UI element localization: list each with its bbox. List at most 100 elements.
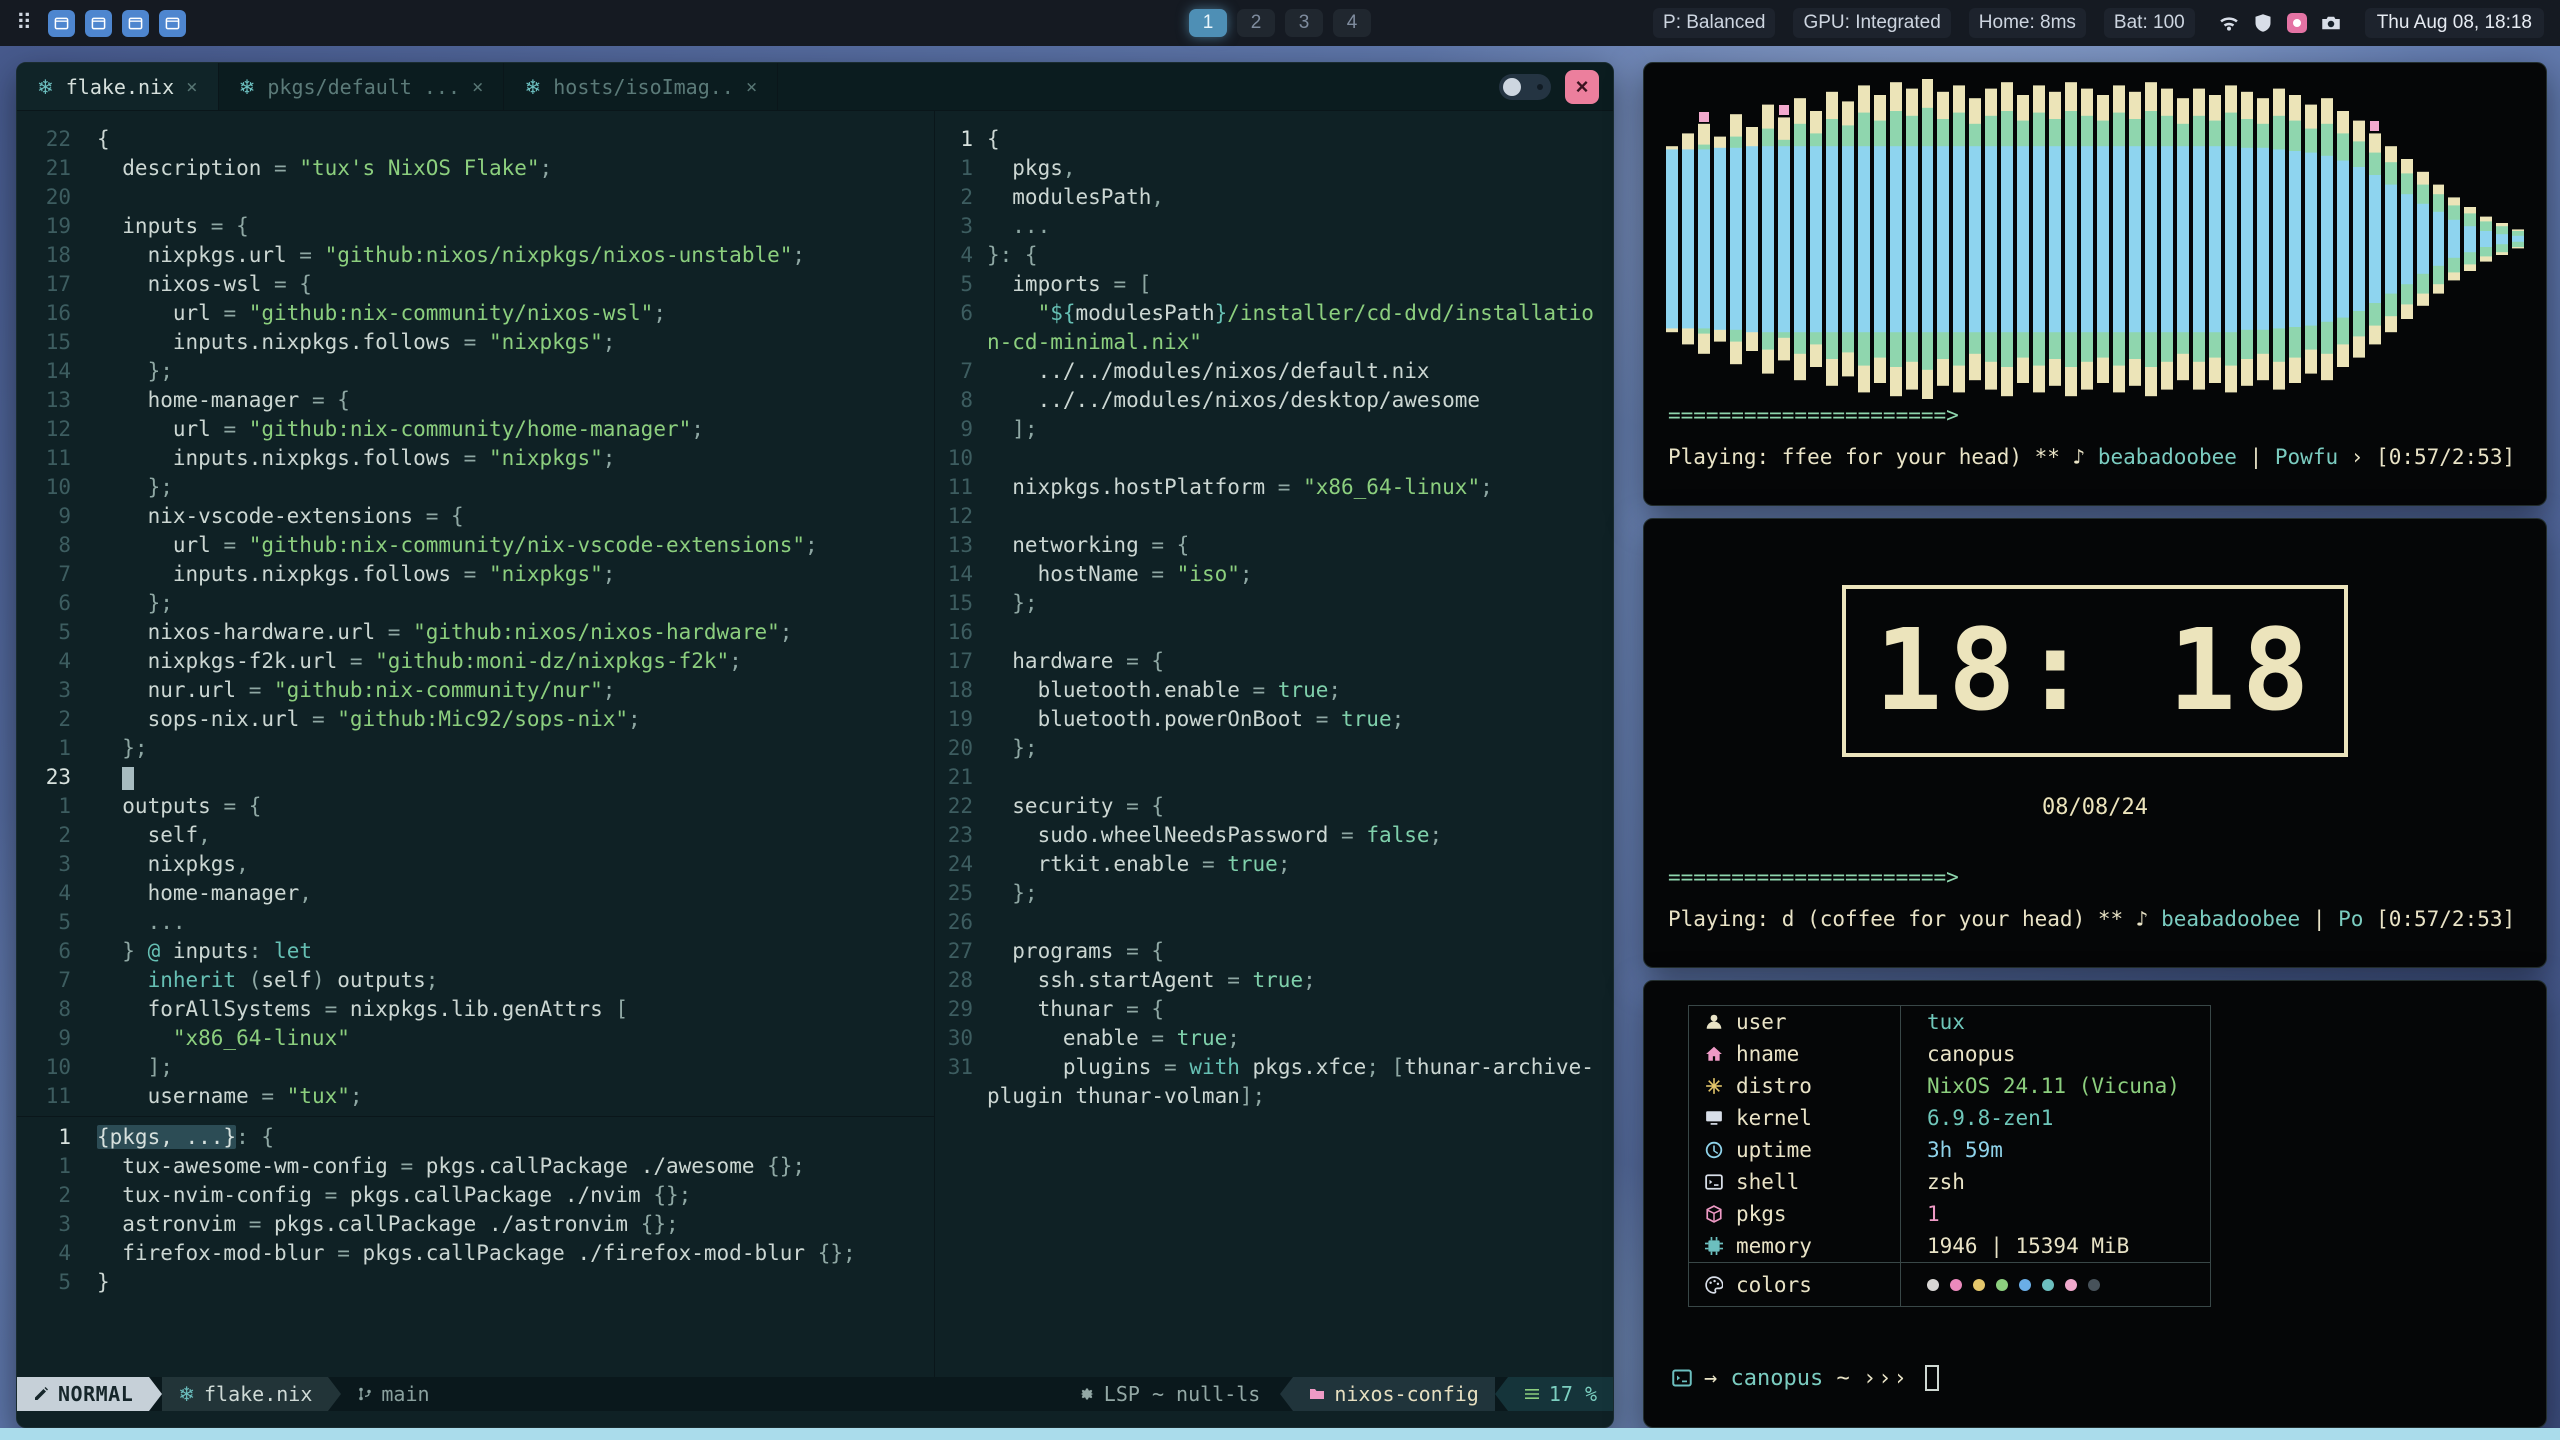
- editor-pane-pkgs[interactable]: 1{pkgs, ...}: {1 tux-awesome-wm-config =…: [17, 1116, 934, 1377]
- code-line: 12: [943, 502, 1614, 531]
- buffer-tabs: ❄flake.nix×❄pkgs/default ...× ❄ hosts/isoI…: [17, 63, 778, 110]
- code-line: 4}: {: [943, 241, 1614, 270]
- fetch-value-user: tux: [1901, 1006, 2210, 1038]
- music-visualizer-widget: ======================> Playing: ffee fo…: [1643, 62, 2547, 506]
- workspace-tags: 1234: [1189, 9, 1371, 37]
- git-branch: main: [341, 1377, 429, 1411]
- color-dot: [1973, 1279, 1985, 1291]
- visualizer-bar: [2479, 79, 2493, 399]
- code-line: 2 sops-nix.url = "github:Mic92/sops-nix"…: [33, 705, 934, 734]
- editor-pane-iso[interactable]: 1{1 pkgs,2 modulesPath,3 ...4}: {5 impor…: [934, 111, 1614, 1377]
- code-line: 15 };: [943, 589, 1614, 618]
- gpu-indicator: GPU: Integrated: [1793, 8, 1950, 38]
- workspace-tag-1[interactable]: 1: [1189, 9, 1227, 37]
- visualizer-bar: [2208, 79, 2222, 399]
- taskbar-window-icon[interactable]: [48, 10, 75, 37]
- color-dot: [2019, 1279, 2031, 1291]
- power-profile-indicator: P: Balanced: [1653, 8, 1775, 38]
- code-line: 20 };: [943, 734, 1614, 763]
- statusline: NORMAL ❄ flake.nix main LSP ~ null-ls ni…: [17, 1377, 1613, 1411]
- workspace-tag-2[interactable]: 2: [1237, 9, 1275, 37]
- code-line: 24 rtkit.enable = true;: [943, 850, 1614, 879]
- window-close-button[interactable]: ×: [1565, 70, 1599, 104]
- code-line: 1{pkgs, ...}: {: [33, 1123, 934, 1152]
- recorder-icon[interactable]: [2287, 13, 2307, 33]
- user-icon: [1705, 1013, 1723, 1031]
- code-line: 27 programs = {: [943, 937, 1614, 966]
- nix-file-icon: ❄: [524, 75, 541, 99]
- visualizer-bar: [1857, 79, 1871, 399]
- shield-icon[interactable]: [2253, 13, 2273, 33]
- visualizer-bar: [2224, 79, 2238, 399]
- tab-pkgs-default-[interactable]: ❄pkgs/default ...×: [219, 63, 505, 110]
- datetime[interactable]: Thu Aug 08, 18:18: [2365, 8, 2544, 38]
- fetch-label-distro: distro: [1689, 1070, 1901, 1102]
- code-line: 9 "x86_64-linux": [33, 1024, 934, 1053]
- visualizer-bar: [2288, 79, 2302, 399]
- fetch-label-colors: colors: [1689, 1262, 1901, 1306]
- camera-icon[interactable]: [2321, 13, 2341, 33]
- visualizer-bar: [1921, 79, 1935, 399]
- visualizer-bar: [2304, 79, 2318, 399]
- tab-close-icon[interactable]: ×: [472, 76, 483, 98]
- app-menu-icon[interactable]: ⠿: [16, 10, 32, 36]
- tab-label: hosts/isoImag..: [553, 75, 734, 99]
- fetch-value-distro: NixOS 24.11 (Vicuna): [1901, 1070, 2210, 1102]
- code-line: 2 self,: [33, 821, 934, 850]
- visualizer-bar: [1952, 79, 1966, 399]
- color-dot: [2042, 1279, 2054, 1291]
- taskbar-window-icon[interactable]: [85, 10, 112, 37]
- visualizer-bar: [2176, 79, 2190, 399]
- code-line: 1 };: [33, 734, 934, 763]
- theme-toggle[interactable]: [1499, 74, 1551, 100]
- workspace-tag-3[interactable]: 3: [1285, 9, 1323, 37]
- wifi-icon[interactable]: [2219, 13, 2239, 33]
- code-line: 4 home-manager,: [33, 879, 934, 908]
- workspace-tag-4[interactable]: 4: [1333, 9, 1371, 37]
- code-line: 23 sudo.wheelNeedsPassword = false;: [943, 821, 1614, 850]
- code-line: 29 thunar = {: [943, 995, 1614, 1024]
- code-line: 10 ];: [33, 1053, 934, 1082]
- code-line: 1 tux-awesome-wm-config = pkgs.callPacka…: [33, 1152, 934, 1181]
- prompt-text: → canopus ~ ›››: [1704, 1366, 1909, 1391]
- code-line: 10: [943, 444, 1614, 473]
- code-line: 2 tux-nvim-config = pkgs.callPackage ./n…: [33, 1181, 934, 1210]
- window-controls: ×: [1499, 63, 1613, 110]
- lsp-status: LSP ~ null-ls: [1079, 1377, 1281, 1411]
- taskbar-window-icon[interactable]: [122, 10, 149, 37]
- battery-indicator: Bat: 100: [2104, 8, 2195, 38]
- project-name: nixos-config: [1293, 1377, 1495, 1411]
- terminal-prompt[interactable]: → canopus ~ ›››: [1672, 1365, 1939, 1391]
- code-line: 22{: [33, 125, 934, 154]
- tab-flake-nix[interactable]: ❄flake.nix×: [17, 63, 219, 110]
- terminal-icon: [1705, 1173, 1723, 1191]
- clock-icon: [1705, 1141, 1723, 1159]
- progress-arrow: ======================>: [1668, 865, 1959, 889]
- taskbar-window-icon[interactable]: [159, 10, 186, 37]
- taskbar-apps: [48, 10, 186, 37]
- editor-pane-flake[interactable]: 22{21 description = "tux's NixOS Flake";…: [17, 111, 934, 1116]
- tab-close-icon[interactable]: ×: [186, 76, 197, 98]
- lines-icon: [1524, 1386, 1540, 1402]
- visualizer-bar: [2416, 79, 2430, 399]
- code-line: 16 url = "github:nix-community/nixos-wsl…: [33, 299, 934, 328]
- powerline-separator: [149, 1377, 162, 1411]
- fetch-label-user: user: [1689, 1006, 1901, 1038]
- color-dot: [1927, 1279, 1939, 1291]
- fetch-label-pkgs: pkgs: [1689, 1198, 1901, 1230]
- nix-file-icon: ❄: [37, 75, 54, 99]
- tab-close-icon[interactable]: ×: [746, 76, 757, 98]
- fetch-value-shell: zsh: [1901, 1166, 2210, 1198]
- visualizer-bar: [1936, 79, 1950, 399]
- code-line: 3 nixpkgs,: [33, 850, 934, 879]
- visualizer-bar: [2447, 79, 2461, 399]
- toggle-knob: [1503, 78, 1521, 96]
- network-latency-indicator: Home: 8ms: [1969, 8, 2086, 38]
- tab-hosts-isoImag-[interactable]: ❄ hosts/isoImag.. ×: [504, 63, 778, 110]
- chip-icon: [1705, 1237, 1723, 1255]
- code-line: 3 astronvim = pkgs.callPackage ./astronv…: [33, 1210, 934, 1239]
- code-line: 28 ssh.startAgent = true;: [943, 966, 1614, 995]
- code-line: 19 bluetooth.powerOnBoot = true;: [943, 705, 1614, 734]
- clock-widget: 18: 18 08/08/24 ======================> …: [1643, 518, 2547, 968]
- visualizer-bar: [1841, 79, 1855, 399]
